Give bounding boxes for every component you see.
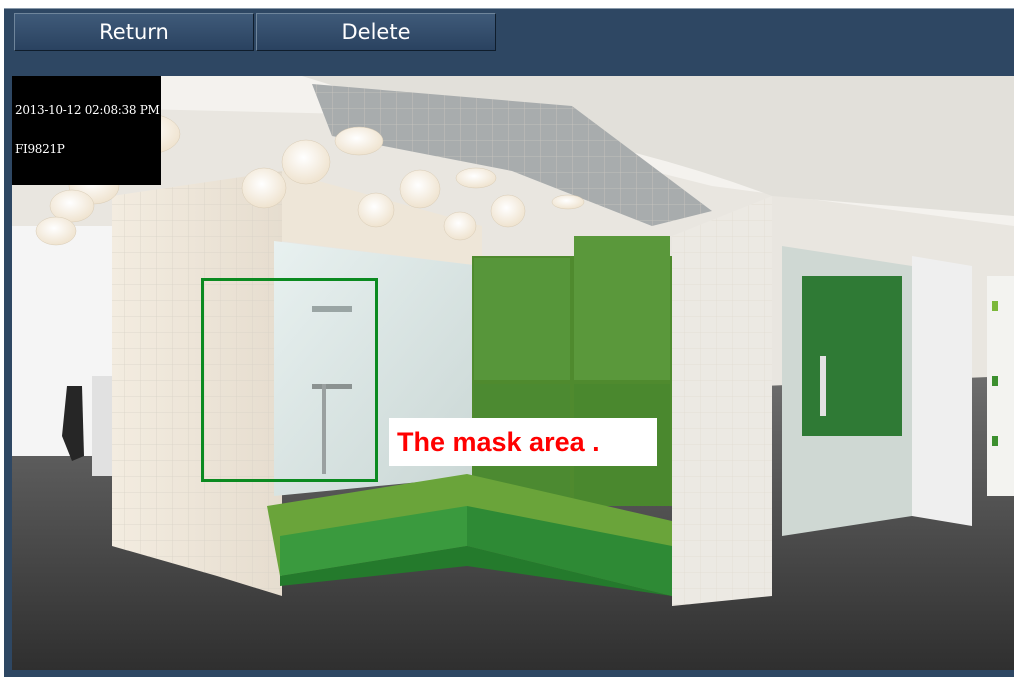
camera-scene-image [12,76,1014,670]
osd-camera-name: FI9821P [15,142,65,156]
camera-video-view[interactable]: 2013-10-12 02:08:38 PM FI9821P The mask … [12,76,1014,670]
delete-button[interactable]: Delete [256,13,496,51]
osd-timestamp: 2013-10-12 02:08:38 PM [15,103,160,117]
toolbar: Return Delete [14,13,496,51]
mask-area-label: The mask area . [389,418,657,466]
return-button[interactable]: Return [14,13,254,51]
osd-overlay: 2013-10-12 02:08:38 PM FI9821P [12,76,162,185]
privacy-mask-rectangle[interactable] [201,278,378,482]
